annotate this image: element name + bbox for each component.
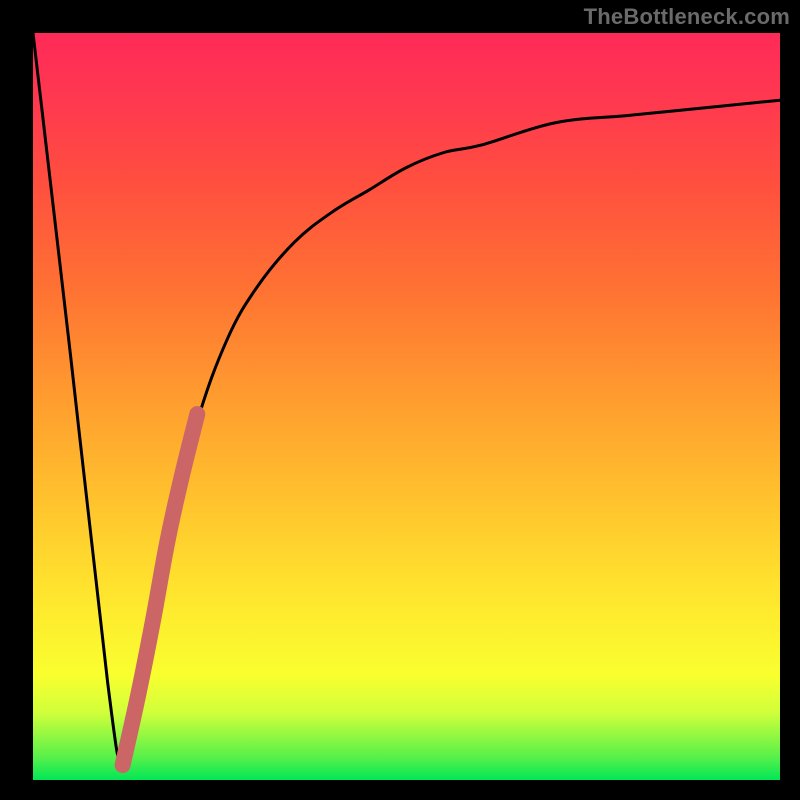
highlight-segment-path: [123, 414, 198, 765]
chart-frame: TheBottleneck.com: [0, 0, 800, 800]
watermark-label: TheBottleneck.com: [584, 4, 790, 30]
bottleneck-curve-svg: [33, 33, 780, 780]
